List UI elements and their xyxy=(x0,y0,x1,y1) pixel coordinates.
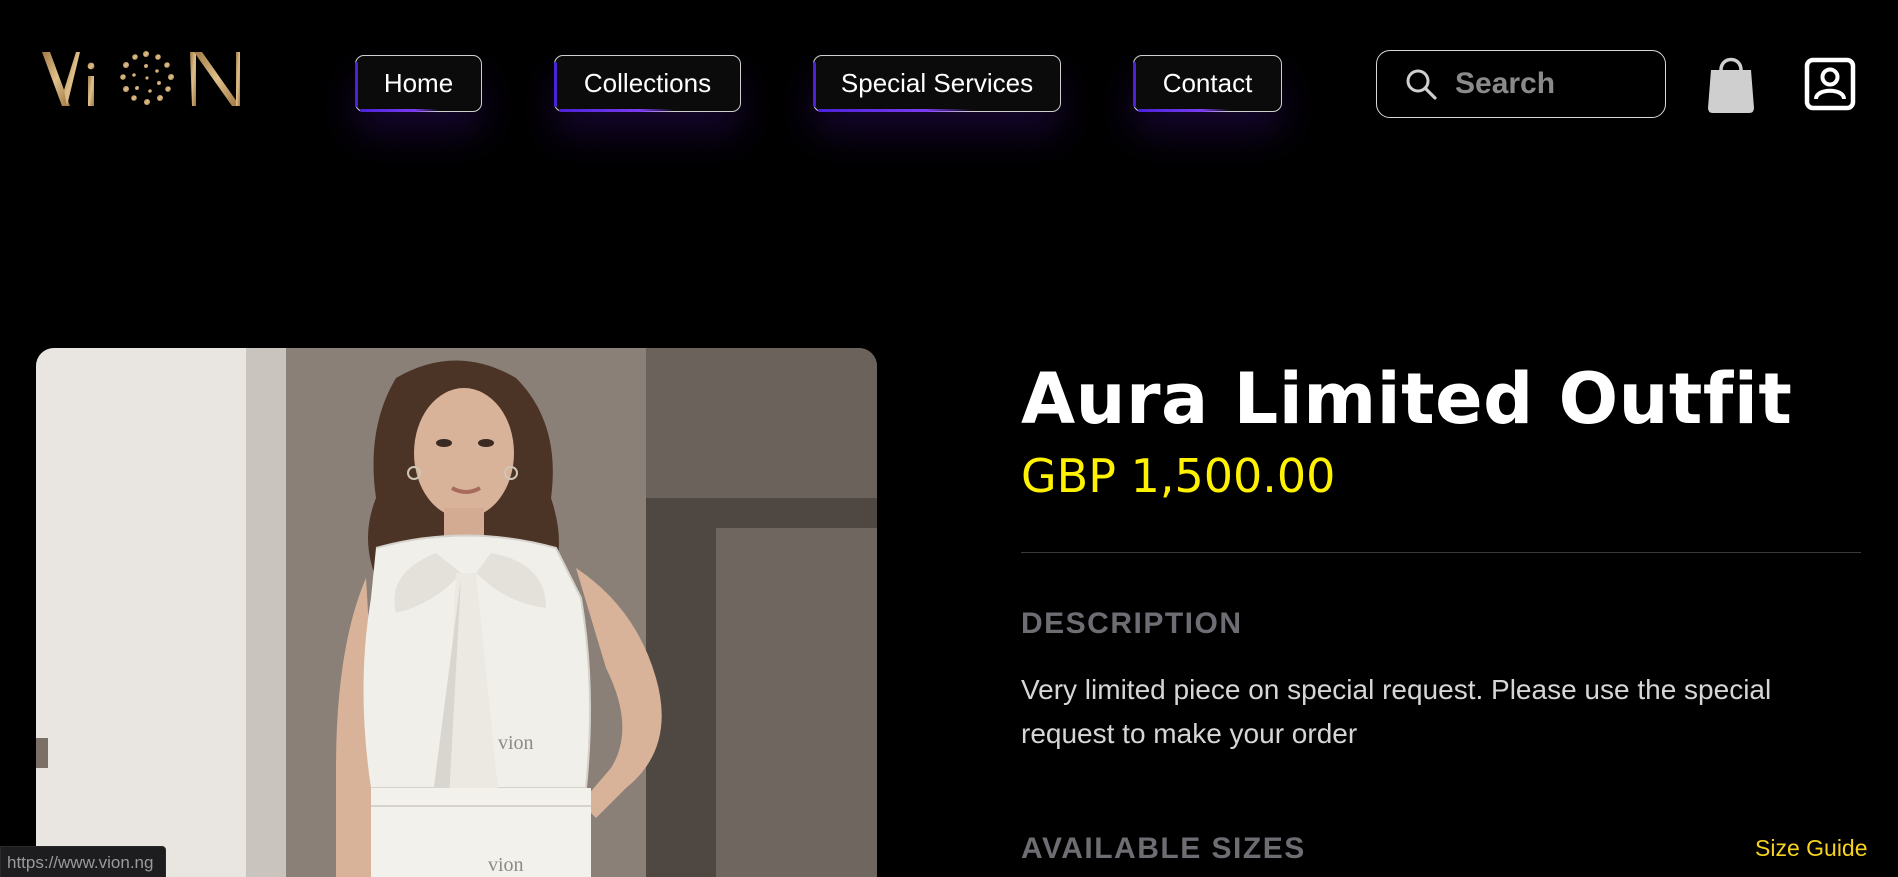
nav-special-services-label: Special Services xyxy=(840,68,1034,98)
nav-home-label: Home xyxy=(383,68,454,98)
shopping-bag-icon[interactable] xyxy=(1706,52,1756,114)
nav-collections-label: Collections xyxy=(583,68,712,98)
site-header: Home Collections Special Services Contac… xyxy=(0,0,1898,170)
description-heading: DESCRIPTION xyxy=(1021,607,1243,640)
available-sizes-heading: AVAILABLE SIZES xyxy=(1021,832,1306,865)
product-image[interactable]: vion vion xyxy=(36,348,877,877)
logo-mark xyxy=(42,51,240,106)
brand-logo[interactable] xyxy=(40,46,260,118)
image-watermark-bottom: vion xyxy=(488,854,524,876)
image-watermark-top: vion xyxy=(498,732,534,754)
product-title: Aura Limited Outfit xyxy=(1021,358,1793,440)
nav-collections[interactable]: Collections xyxy=(554,55,741,112)
product-description: Very limited piece on special request. P… xyxy=(1021,674,1772,749)
divider xyxy=(1021,552,1861,553)
search-input[interactable] xyxy=(1453,66,1657,102)
search-box[interactable] xyxy=(1376,50,1666,118)
nav-special-services[interactable]: Special Services xyxy=(813,55,1061,112)
size-guide-link[interactable]: Size Guide xyxy=(1755,835,1868,862)
product-price: GBP 1,500.00 xyxy=(1021,449,1336,503)
product-page: Home Collections Special Services Contac… xyxy=(0,0,1898,877)
search-icon xyxy=(1406,69,1437,100)
product-photo: vion vion xyxy=(36,348,877,877)
status-bar-url: https://www.vion.ng xyxy=(0,846,167,877)
user-account-icon[interactable] xyxy=(1804,57,1856,111)
nav-contact[interactable]: Contact xyxy=(1133,55,1282,112)
nav-contact-label: Contact xyxy=(1162,68,1253,98)
nav-home[interactable]: Home xyxy=(355,55,482,112)
